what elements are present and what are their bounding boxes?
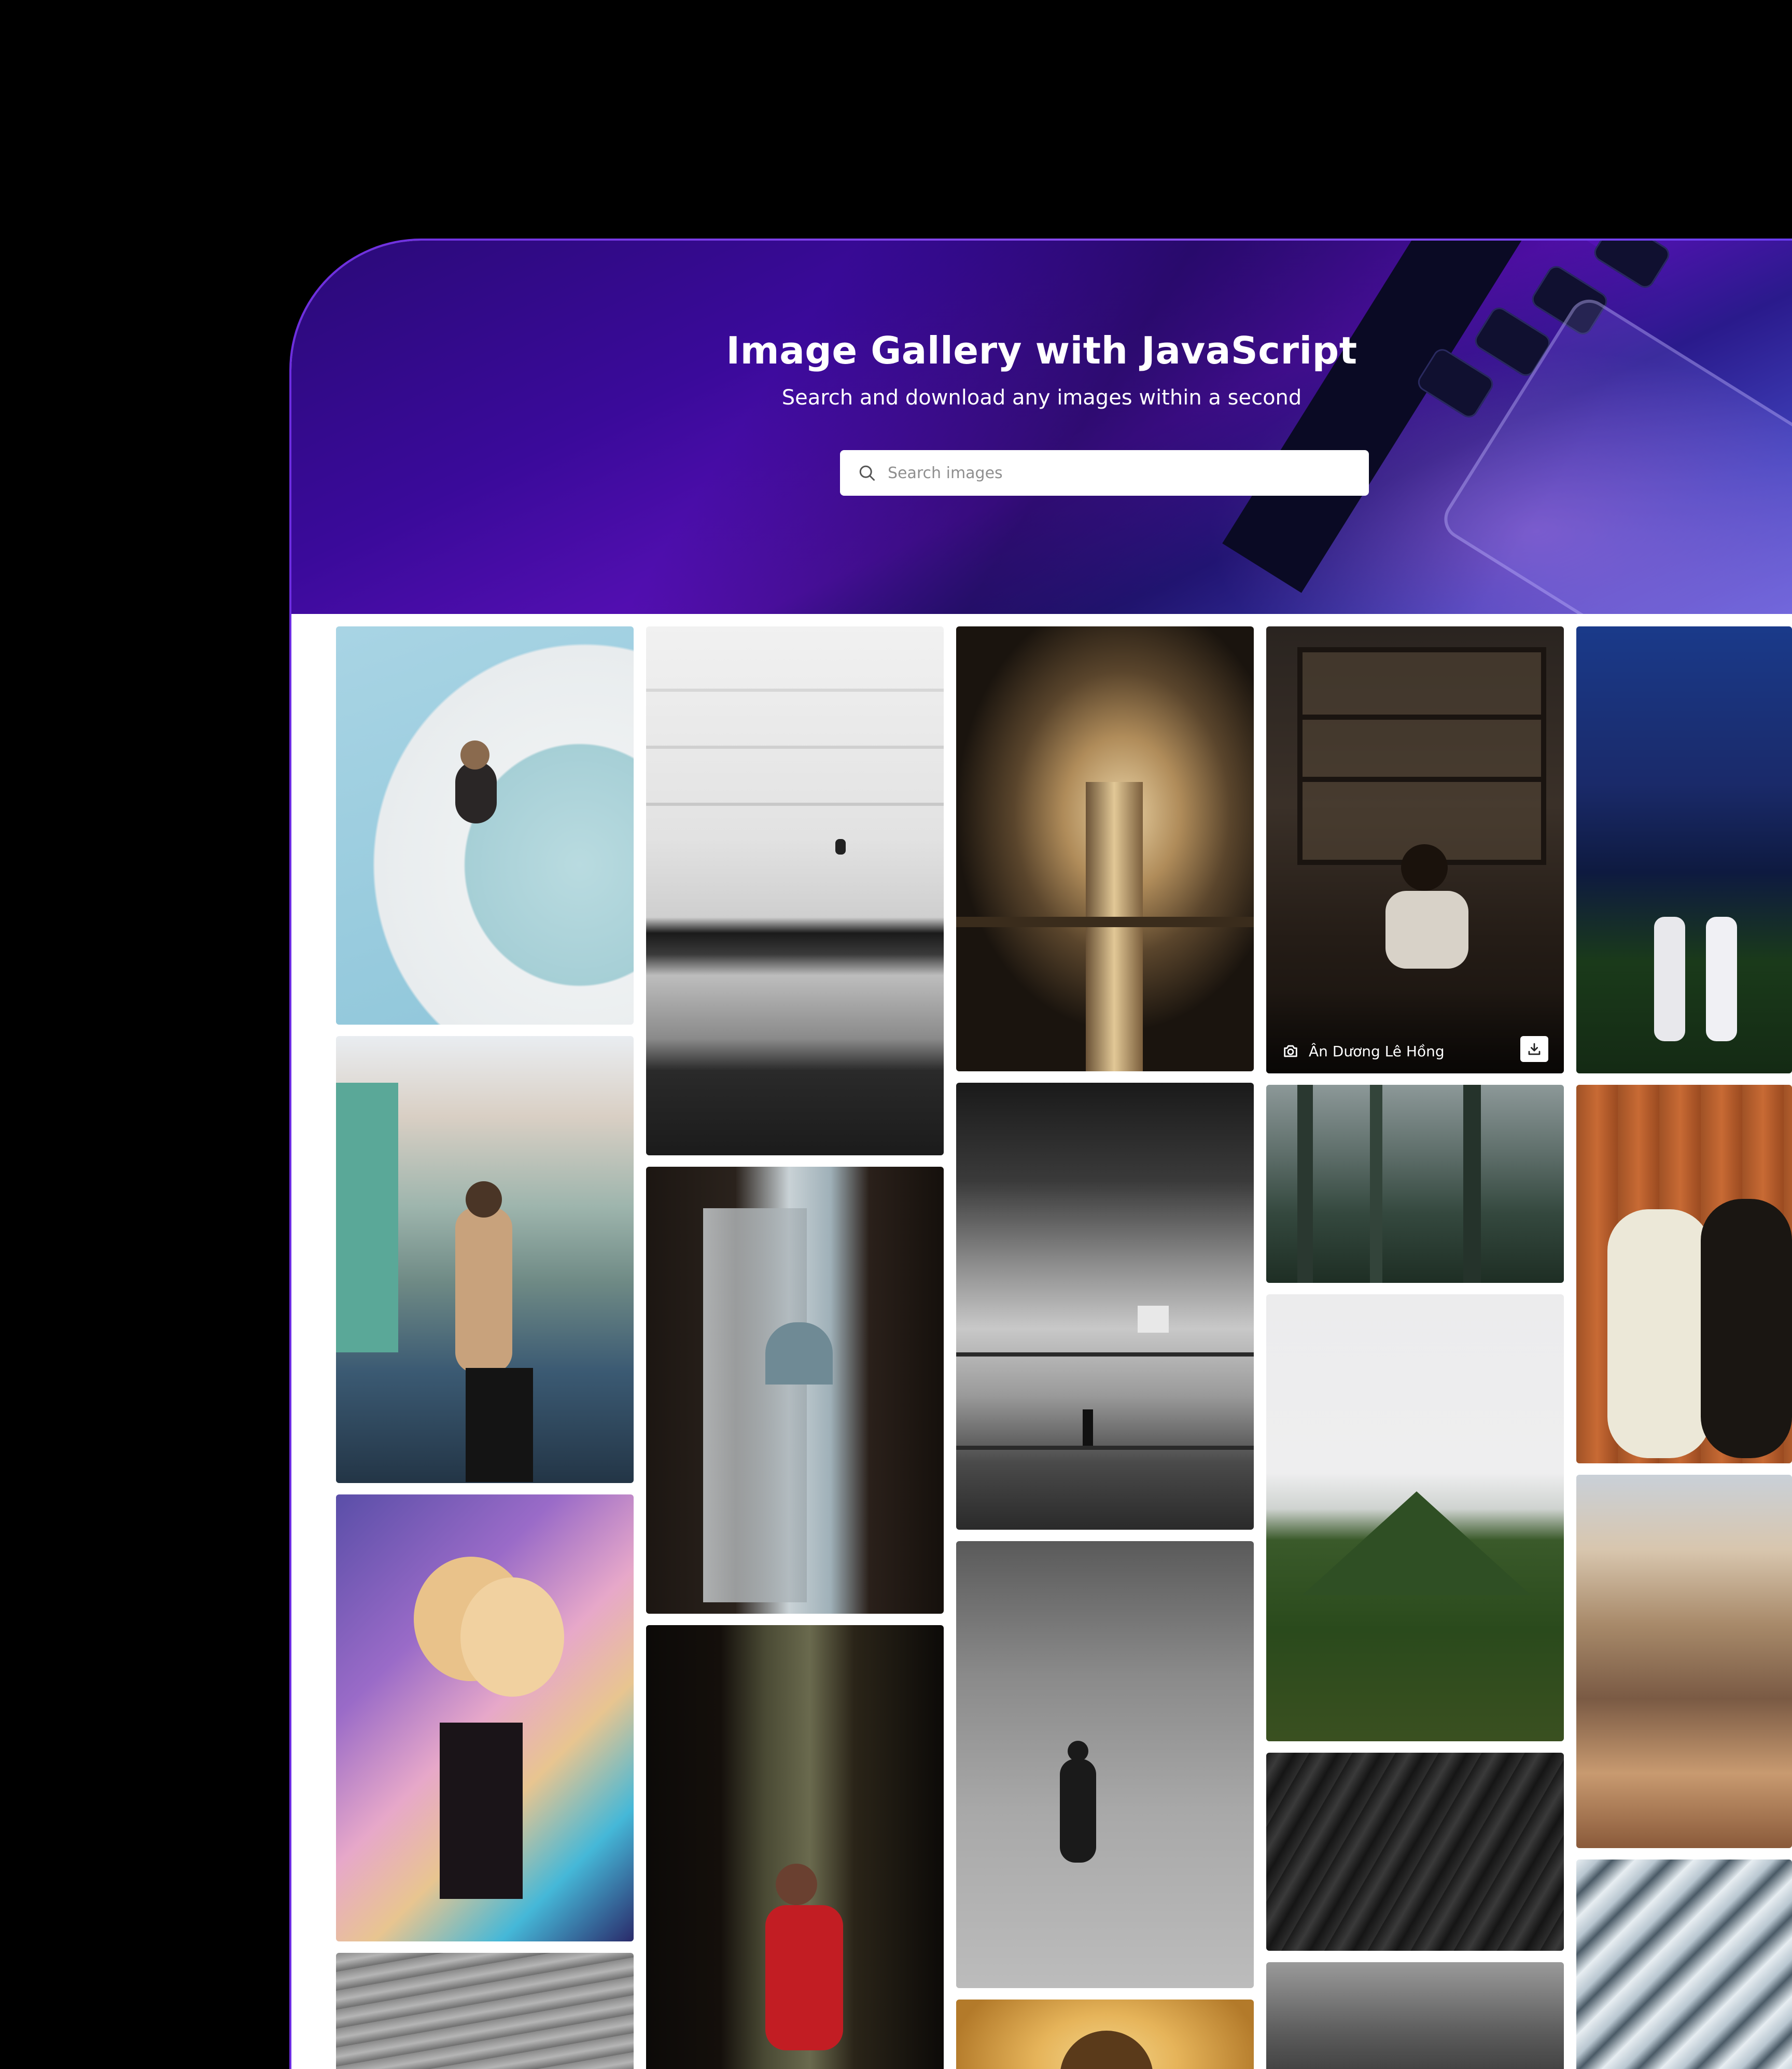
gallery-image-snowy-ridge[interactable] bbox=[1576, 1860, 1792, 2069]
search-input[interactable] bbox=[887, 463, 1345, 483]
page-subtitle: Search and download any images within a … bbox=[781, 386, 1302, 410]
gallery-image-holographic-jacket-portrait[interactable] bbox=[336, 1494, 634, 1941]
download-button[interactable] bbox=[1520, 1036, 1548, 1062]
gallery-image-couple-night-palms[interactable] bbox=[1576, 626, 1792, 1073]
image-gallery: Ân Dương Lê Hồng bbox=[291, 614, 1792, 2069]
image-overlay bbox=[1266, 990, 1564, 1073]
gallery-image-couple-orange-curtain[interactable] bbox=[1576, 1085, 1792, 1463]
gallery-image-golden-portrait[interactable] bbox=[956, 2000, 1254, 2069]
photographer-name: Ân Dương Lê Hồng bbox=[1309, 1042, 1445, 1060]
gallery-image-street-canal-portrait[interactable] bbox=[336, 1036, 634, 1483]
gallery-image-foggy-mountain[interactable] bbox=[1266, 1294, 1564, 1741]
gallery-image-ornate-column-hall[interactable] bbox=[956, 626, 1254, 1071]
gallery-image-window-mosque-view[interactable] bbox=[646, 1167, 944, 1614]
app-window: Image Gallery with JavaScript Search and… bbox=[291, 241, 1792, 2069]
gallery-image-sand-dunes[interactable] bbox=[336, 1953, 634, 2069]
gallery-image-desert-walker-bw[interactable] bbox=[956, 1541, 1254, 1988]
photographer-credit: Ân Dương Lê Hồng bbox=[1282, 1042, 1445, 1060]
gallery-image-cloudy-peaks[interactable] bbox=[1266, 1962, 1564, 2069]
gallery-image-dark-rock-texture[interactable] bbox=[1266, 1753, 1564, 1951]
gallery-image-white-architecture-stairs[interactable] bbox=[646, 626, 944, 1155]
gallery-image-canyon-hiker[interactable] bbox=[1576, 1475, 1792, 1848]
camera-icon bbox=[1284, 1045, 1297, 1057]
gallery-image-misty-forest[interactable] bbox=[1266, 1085, 1564, 1283]
search-icon bbox=[859, 465, 875, 481]
gallery-image-spiral-building-bw[interactable] bbox=[956, 1083, 1254, 1530]
hero-banner: Image Gallery with JavaScript Search and… bbox=[291, 241, 1792, 614]
download-icon bbox=[1528, 1043, 1541, 1055]
page-title: Image Gallery with JavaScript bbox=[726, 329, 1357, 372]
gallery-image-pool-swimmer[interactable] bbox=[336, 626, 634, 1025]
gallery-image-woman-reading-shelves[interactable]: Ân Dương Lê Hồng bbox=[1266, 626, 1564, 1073]
gallery-image-doorway-woman[interactable] bbox=[646, 1625, 944, 2069]
search-box[interactable] bbox=[840, 450, 1369, 496]
